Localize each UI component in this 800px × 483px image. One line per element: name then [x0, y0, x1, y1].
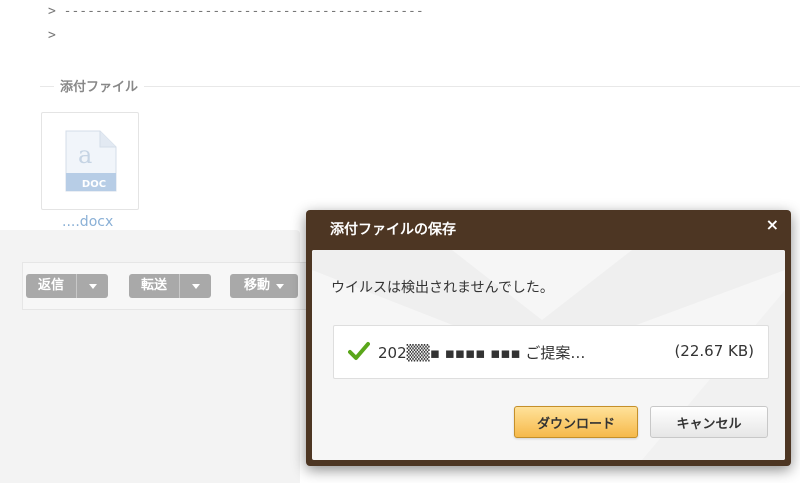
- dialog-title: 添付ファイルの保存: [330, 222, 456, 238]
- file-name: 202▒▒▪ ▪▪▪▪ ▪▪▪ ご提案…: [378, 344, 586, 362]
- move-button[interactable]: 移動: [230, 274, 299, 298]
- forward-dropdown-button[interactable]: [179, 274, 212, 298]
- close-icon[interactable]: ×: [766, 215, 779, 234]
- file-icon-label: DOC: [82, 179, 106, 190]
- download-button[interactable]: ダウンロード: [514, 406, 638, 438]
- save-attachment-dialog: 添付ファイルの保存 × ウイルスは検出されませんでした。 202▒▒▪ ▪▪▪▪…: [306, 210, 791, 466]
- quoted-text-line: >: [48, 28, 56, 43]
- reply-dropdown-button[interactable]: [76, 274, 109, 298]
- forward-button-group: 転送: [129, 274, 212, 298]
- caret-down-icon: [276, 283, 285, 289]
- attachment-thumbnail[interactable]: a DOC: [41, 112, 139, 210]
- file-size: (22.67 KB): [674, 342, 754, 360]
- check-icon: [348, 342, 370, 360]
- attachments-title: 添付ファイル: [54, 76, 145, 95]
- attachment-file-name[interactable]: ....docx: [62, 214, 113, 230]
- file-info-row: 202▒▒▪ ▪▪▪▪ ▪▪▪ ご提案… (22.67 KB): [333, 325, 769, 379]
- forward-button[interactable]: 転送: [129, 274, 180, 298]
- scan-result-message: ウイルスは検出されませんでした。: [331, 280, 554, 296]
- divider: [40, 86, 800, 87]
- caret-down-icon: [191, 283, 200, 289]
- dialog-body: ウイルスは検出されませんでした。 202▒▒▪ ▪▪▪▪ ▪▪▪ ご提案… (2…: [312, 250, 785, 460]
- svg-text:a: a: [78, 141, 92, 169]
- move-button-group: 移動: [230, 274, 299, 298]
- quoted-text-line: > --------------------------------------…: [48, 4, 424, 19]
- reply-button-group: 返信: [26, 274, 109, 298]
- reply-button[interactable]: 返信: [26, 274, 77, 298]
- caret-down-icon: [88, 283, 97, 289]
- move-button-label: 移動: [244, 278, 271, 293]
- docx-file-icon: a DOC: [65, 130, 117, 192]
- cancel-button[interactable]: キャンセル: [650, 406, 768, 438]
- attachments-section-header: 添付ファイル: [40, 76, 800, 96]
